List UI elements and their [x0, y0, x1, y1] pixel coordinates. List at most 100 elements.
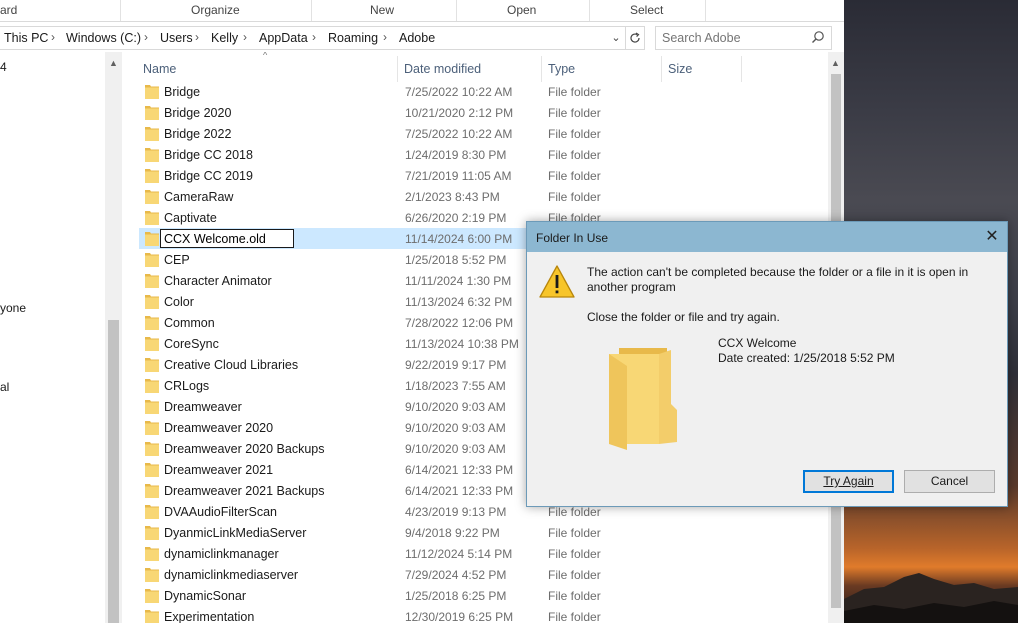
chevron-right-icon[interactable]: › — [243, 30, 247, 44]
cancel-button[interactable]: Cancel — [904, 470, 995, 493]
column-divider[interactable] — [741, 56, 742, 82]
file-row[interactable]: dynamiclinkmediaserver 7/29/2024 4:52 PM F… — [139, 564, 828, 585]
file-row[interactable]: DyanmicLinkMediaServer 9/4/2018 9:22 PM Fi… — [139, 522, 828, 543]
ribbon-separator — [456, 0, 457, 21]
breadcrumb-this-pc[interactable]: This PC — [4, 31, 48, 45]
file-date-modified: 6/14/2021 12:33 PM — [405, 484, 514, 498]
file-name: Character Animator — [164, 274, 272, 288]
file-row[interactable]: Bridge 2022 7/25/2022 10:22 AM File folder — [139, 123, 828, 144]
chevron-right-icon[interactable]: › — [144, 30, 148, 44]
file-row[interactable]: Bridge CC 2018 1/24/2019 8:30 PM File fold… — [139, 144, 828, 165]
file-name: CEP — [164, 253, 190, 267]
file-name: Dreamweaver 2020 — [164, 421, 274, 435]
folder-in-use-dialog: Folder In Use ✕ The action can't be comp… — [526, 221, 1008, 507]
breadcrumb-kelly[interactable]: Kelly — [211, 31, 238, 45]
column-header-type[interactable]: Type — [548, 62, 575, 76]
file-date-modified: 9/10/2020 9:03 AM — [405, 442, 506, 456]
file-name: Bridge CC 2019 — [164, 169, 253, 183]
file-date-modified: 6/14/2021 12:33 PM — [405, 463, 514, 477]
file-type: File folder — [548, 190, 601, 204]
close-icon[interactable]: ✕ — [981, 227, 1003, 247]
file-name: DynamicSonar — [164, 589, 246, 603]
nav-item-fragment[interactable]: al — [0, 380, 9, 394]
file-row[interactable]: Experimentation 12/30/2019 6:25 PM File fo… — [139, 606, 828, 623]
ribbon-separator — [120, 0, 121, 21]
file-date-modified: 9/22/2019 9:17 PM — [405, 358, 507, 372]
breadcrumb-windows-c[interactable]: Windows (C:) — [66, 31, 141, 45]
file-name: DVAAudioFilterScan — [164, 505, 278, 519]
breadcrumb-roaming[interactable]: Roaming — [328, 31, 378, 45]
error-hint: Close the folder or file and try again. — [587, 310, 780, 324]
file-row[interactable]: Bridge CC 2019 7/21/2019 11:05 AM File fol… — [139, 165, 828, 186]
search-input[interactable] — [662, 30, 802, 46]
file-name: Bridge 2022 — [164, 127, 232, 141]
error-message: The action can't be completed because th… — [587, 265, 969, 294]
rename-input[interactable]: CCX Welcome.old — [160, 229, 294, 248]
file-row[interactable]: Bridge 2020 10/21/2020 2:12 PM File folder — [139, 102, 828, 123]
navigation-pane-scrollbar[interactable]: ▲ — [105, 52, 122, 623]
file-date-modified: 7/25/2022 10:22 AM — [405, 127, 513, 141]
file-name: Color — [164, 295, 194, 309]
file-row[interactable]: dynamiclinkmanager 11/12/2024 5:14 PM File… — [139, 543, 828, 564]
column-divider[interactable] — [661, 56, 662, 82]
breadcrumb-appdata[interactable]: AppData — [259, 31, 308, 45]
breadcrumb-adobe[interactable]: Adobe — [399, 31, 435, 45]
file-name: Bridge — [164, 85, 201, 99]
scroll-up-arrow-icon[interactable]: ▲ — [109, 58, 118, 68]
folder-icon — [145, 400, 159, 414]
scroll-up-arrow-icon[interactable]: ▲ — [831, 58, 840, 68]
nav-item-fragment[interactable]: yone — [0, 301, 26, 315]
column-divider[interactable] — [541, 56, 542, 82]
nav-item-fragment[interactable]: 4 — [0, 60, 7, 74]
sort-ascending-icon: ^ — [263, 52, 268, 60]
column-header-size[interactable]: Size — [668, 62, 692, 76]
file-date-modified: 11/14/2024 6:00 PM — [405, 232, 513, 246]
folder-icon — [145, 547, 159, 561]
column-divider[interactable] — [397, 56, 398, 82]
mountain-silhouette — [844, 573, 1018, 623]
search-icon[interactable] — [811, 30, 825, 46]
chevron-right-icon[interactable]: › — [195, 30, 199, 44]
file-date-modified: 11/11/2024 1:30 PM — [405, 274, 512, 288]
file-name: DyanmicLinkMediaServer — [164, 526, 307, 540]
address-history-chevron-down-icon[interactable]: ⌄ — [609, 29, 623, 47]
file-row[interactable]: DynamicSonar 1/25/2018 6:25 PM File folder — [139, 585, 828, 606]
file-name: Dreamweaver 2021 — [164, 463, 274, 477]
chevron-right-icon[interactable]: › — [51, 30, 55, 44]
ribbon-separator — [311, 0, 312, 21]
ribbon-separator — [705, 0, 706, 21]
folder-icon — [145, 568, 159, 582]
search-box[interactable] — [655, 26, 832, 50]
file-row[interactable]: Bridge 7/25/2022 10:22 AM File folder — [139, 81, 828, 102]
dialog-title-bar[interactable]: Folder In Use ✕ — [527, 222, 1007, 252]
large-folder-icon — [609, 348, 677, 450]
try-again-button[interactable]: Try Again — [803, 470, 894, 493]
warning-icon — [539, 265, 575, 298]
file-type: File folder — [548, 589, 601, 603]
scrollbar-thumb[interactable] — [108, 320, 119, 623]
file-type: File folder — [548, 547, 601, 561]
breadcrumb-users[interactable]: Users — [160, 31, 193, 45]
file-name: CameraRaw — [164, 190, 234, 204]
chevron-right-icon[interactable]: › — [383, 30, 387, 44]
file-date-modified: 11/13/2024 10:38 PM — [405, 337, 519, 351]
file-date-modified: 2/1/2023 8:43 PM — [405, 190, 500, 204]
file-row[interactable]: CameraRaw 2/1/2023 8:43 PM File folder — [139, 186, 828, 207]
column-header-date-modified[interactable]: Date modified — [404, 62, 481, 76]
folder-icon — [145, 358, 159, 372]
try-again-label: Try Again — [823, 474, 874, 488]
chevron-right-icon[interactable]: › — [312, 30, 316, 44]
file-date-modified: 7/28/2022 12:06 PM — [405, 316, 514, 330]
refresh-button[interactable] — [625, 26, 645, 50]
column-header-name[interactable]: Name — [143, 62, 176, 76]
folder-icon — [145, 505, 159, 519]
file-type: File folder — [548, 106, 601, 120]
folder-icon — [145, 421, 159, 435]
folder-icon — [145, 337, 159, 351]
file-type: File folder — [548, 169, 601, 183]
file-type: File folder — [548, 568, 601, 582]
navigation-pane: 4 yone al — [0, 52, 122, 623]
address-bar[interactable]: This PC › Windows (C:) › Users › Kelly ›… — [0, 26, 626, 50]
file-type: File folder — [548, 127, 601, 141]
ribbon-separator — [589, 0, 590, 21]
